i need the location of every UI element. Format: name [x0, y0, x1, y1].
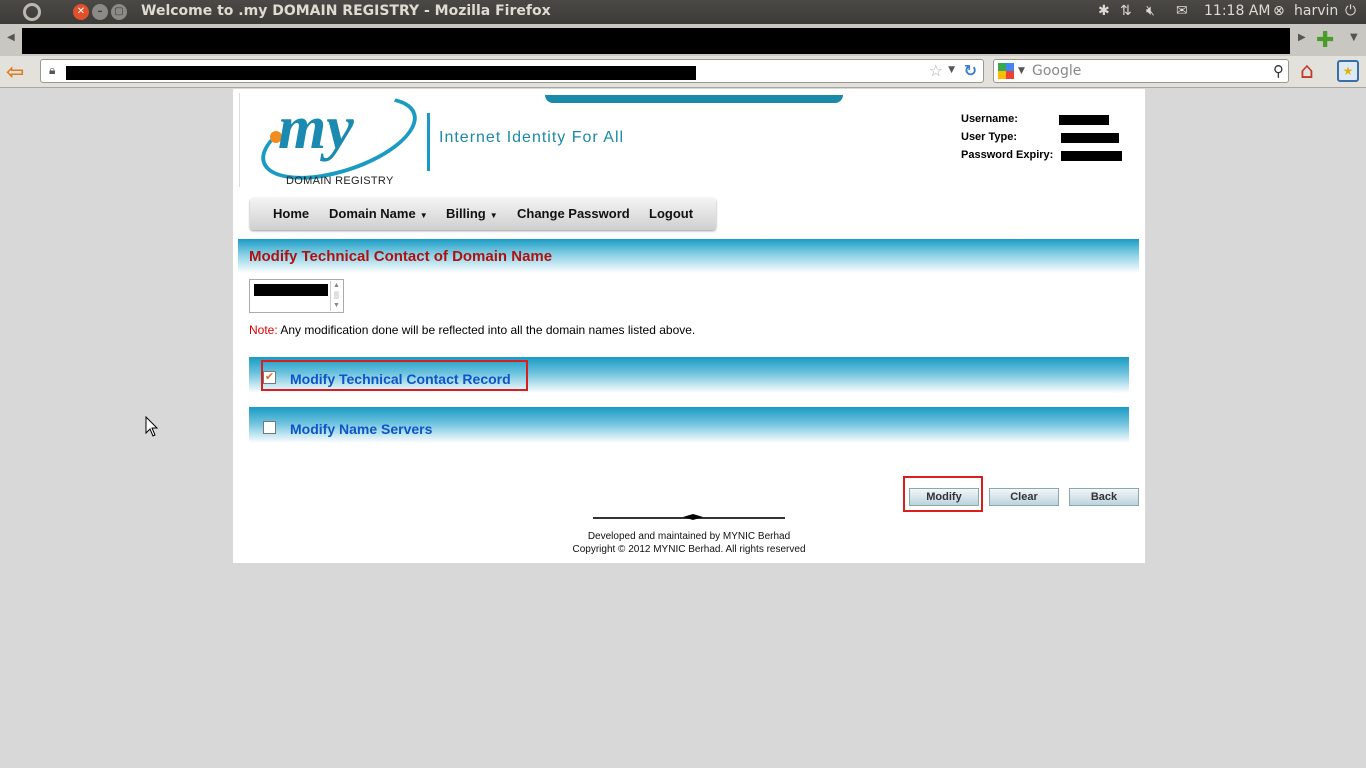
new-tab-icon[interactable]: ✚	[1316, 28, 1334, 53]
user-type-label: User Type:	[961, 131, 1018, 143]
url-bar[interactable]: 🔒︎ ☆ ▼ ↻	[40, 59, 984, 83]
window-close-button[interactable]: ✕	[73, 4, 89, 20]
user-name[interactable]: harvin	[1294, 3, 1338, 19]
home-icon[interactable]: ⌂	[1300, 59, 1314, 84]
section-name-servers: Modify Name Servers	[249, 407, 1129, 443]
back-arrow-icon[interactable]: ⇦	[6, 60, 24, 85]
menu-item-billing[interactable]: Billing ▼	[446, 206, 498, 221]
password-expiry-label: Password Expiry:	[961, 149, 1054, 161]
redacted-url	[66, 66, 696, 80]
os-top-panel: ✕ – ▢ Welcome to .my DOMAIN REGISTRY - M…	[0, 0, 1366, 24]
name-servers-label[interactable]: Modify Name Servers	[290, 421, 432, 437]
back-button[interactable]: Back	[1069, 488, 1139, 506]
clock[interactable]: 11:18 AM	[1204, 3, 1270, 19]
tab-scroll-left-icon[interactable]: ◀	[7, 32, 15, 43]
mouse-cursor-icon	[145, 416, 159, 437]
technical-contact-highlight	[261, 360, 528, 391]
domain-list-scrollbar[interactable]: ▲ ▒ ▼	[330, 281, 342, 311]
tagline: Internet Identity For All	[439, 129, 625, 146]
bookmark-star-icon[interactable]: ☆	[929, 61, 943, 80]
domain-list-box[interactable]: ▲ ▒ ▼	[249, 279, 344, 313]
main-menu: Home Domain Name ▼ Billing ▼ Change Passwo…	[250, 198, 716, 230]
page-title: Modify Technical Contact of Domain Name	[249, 248, 553, 265]
window-maximize-button[interactable]: ▢	[111, 4, 127, 20]
logo-subtitle: DOMAIN REGISTRY	[286, 175, 394, 187]
logo-divider	[427, 113, 430, 171]
note-body: Any modification done will be reflected …	[277, 323, 696, 337]
tab-list-icon[interactable]: ▼	[1350, 32, 1358, 43]
registry-logo[interactable]: my DOMAIN REGISTRY	[239, 79, 427, 197]
window-minimize-button[interactable]: –	[92, 4, 108, 20]
password-expiry-value-redacted	[1061, 151, 1122, 161]
ubuntu-logo-icon[interactable]	[23, 3, 41, 21]
search-engine-dropdown-icon[interactable]: ▼	[1018, 66, 1025, 76]
redacted-tab[interactable]	[22, 28, 1290, 54]
url-history-dropdown-icon[interactable]: ▼	[948, 65, 955, 75]
domain-name-redacted	[254, 284, 328, 296]
footer-copyright: Copyright © 2012 MYNIC Berhad. All right…	[572, 544, 806, 555]
note-label: Note:	[249, 323, 278, 337]
browser-navigation-bar: ⇦ 🔒︎ ☆ ▼ ↻ ▼ Google ⚲ ⌂ ★	[0, 56, 1366, 88]
search-placeholder: Google	[1032, 63, 1082, 79]
note-text: Note: Any modification done will be refl…	[249, 323, 695, 337]
header-accent-bar	[545, 95, 843, 103]
username-label: Username:	[961, 113, 1018, 125]
network-icon[interactable]: ⇅	[1120, 3, 1132, 19]
modify-button[interactable]: Modify	[909, 488, 979, 506]
username-value-redacted	[1059, 115, 1109, 125]
browser-tab-strip: ◀ ▶ ✚ ▼	[0, 24, 1366, 56]
logo-text: my	[278, 94, 354, 162]
clear-button[interactable]: Clear	[989, 488, 1059, 506]
user-status-icon[interactable]: ⊗	[1273, 3, 1285, 19]
title-band: Modify Technical Contact of Domain Name	[238, 239, 1139, 273]
reload-icon[interactable]: ↻	[964, 61, 977, 80]
lock-icon: 🔒︎	[49, 63, 56, 77]
menu-item-domain-name[interactable]: Domain Name ▼	[329, 206, 428, 221]
name-servers-checkbox[interactable]	[263, 421, 276, 434]
web-page: my DOMAIN REGISTRY Internet Identity For…	[233, 79, 1145, 563]
bluetooth-icon[interactable]: ✱	[1098, 3, 1110, 19]
volume-icon[interactable]: 🔇︎	[1146, 3, 1155, 19]
menu-item-home[interactable]: Home	[273, 206, 309, 221]
user-type-value-redacted	[1061, 133, 1119, 143]
search-magnifier-icon[interactable]: ⚲	[1273, 62, 1284, 80]
footer-divider	[593, 514, 785, 520]
chevron-down-icon: ▼	[419, 211, 428, 220]
search-bar[interactable]: ▼ Google ⚲	[993, 59, 1289, 83]
menu-item-change-password[interactable]: Change Password	[517, 206, 630, 221]
mail-icon[interactable]: ✉	[1176, 3, 1188, 19]
window-title: Welcome to .my DOMAIN REGISTRY - Mozilla…	[141, 3, 551, 19]
footer-developed-by: Developed and maintained by MYNIC Berhad	[587, 531, 791, 542]
bookmarks-icon[interactable]: ★	[1337, 60, 1359, 82]
power-icon[interactable]: ⏻	[1345, 3, 1356, 19]
chevron-down-icon: ▼	[489, 211, 498, 220]
google-icon[interactable]	[998, 63, 1014, 79]
tab-scroll-right-icon[interactable]: ▶	[1298, 32, 1306, 43]
menu-item-logout[interactable]: Logout	[649, 206, 693, 221]
footer-divider-ornament	[683, 514, 703, 520]
